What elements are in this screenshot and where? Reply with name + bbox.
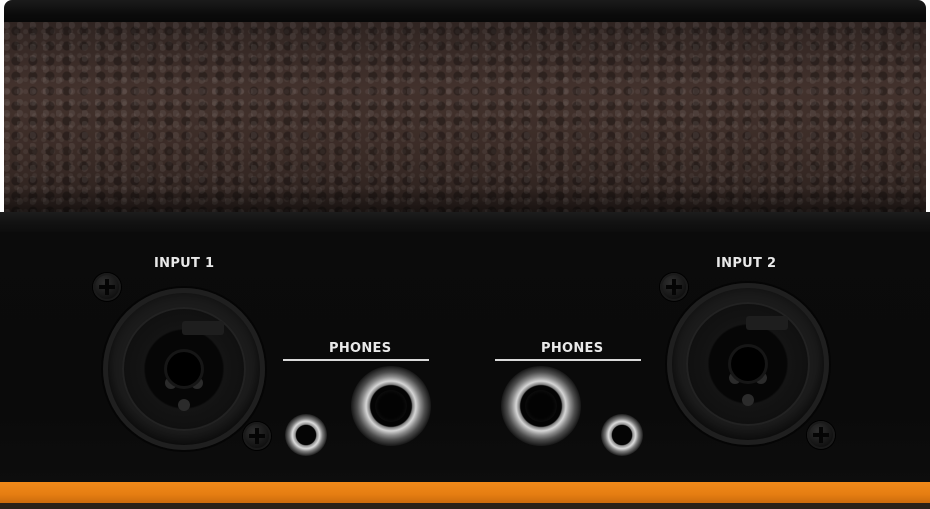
trs-hole [167, 352, 201, 386]
phones-left-label: PHONES [329, 341, 392, 356]
combo-jack-latch [746, 316, 788, 330]
screw-icon [93, 273, 121, 301]
orange-base-strip [0, 482, 930, 504]
screw-icon [660, 273, 688, 301]
combo-jack-latch [182, 321, 224, 335]
phones-right-underline [495, 359, 641, 361]
phones-left-quarter-inch-jack[interactable] [351, 366, 431, 446]
input-1-label: INPUT 1 [154, 256, 215, 271]
xlr-pin-icon [742, 394, 754, 406]
screw-icon [243, 422, 271, 450]
leather-cover [4, 22, 926, 214]
combo-jack-socket [122, 307, 246, 431]
input-2-label: INPUT 2 [716, 256, 777, 271]
phones-right-quarter-inch-jack[interactable] [501, 366, 581, 446]
phones-left-mini-jack[interactable] [285, 414, 327, 456]
xlr-pin-icon [178, 399, 190, 411]
audio-interface-rear-panel: INPUT 1 PHONES PHONES INPUT 2 [0, 0, 930, 509]
base-shadow [0, 503, 930, 509]
input-1-combo-jack[interactable] [103, 288, 265, 450]
top-rim [4, 0, 926, 24]
phones-left-underline [283, 359, 429, 361]
screw-icon [807, 421, 835, 449]
phones-right-label: PHONES [541, 341, 604, 356]
trs-hole [731, 347, 765, 381]
input-2-combo-jack[interactable] [667, 283, 829, 445]
panel-seam [0, 212, 930, 234]
phones-right-mini-jack[interactable] [601, 414, 643, 456]
combo-jack-socket [686, 302, 810, 426]
